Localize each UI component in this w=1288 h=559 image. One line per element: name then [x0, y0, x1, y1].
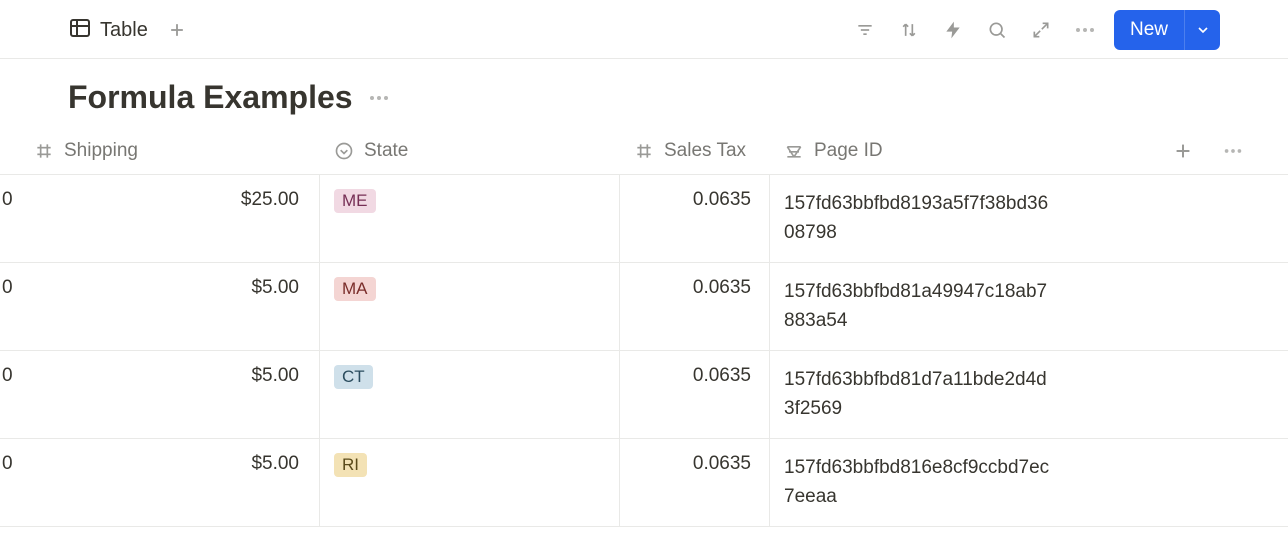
search-icon[interactable]	[982, 15, 1012, 45]
col-header-pageid[interactable]: Page ID	[770, 128, 1070, 174]
automations-icon[interactable]	[938, 15, 968, 45]
col-header-state[interactable]: State	[320, 128, 620, 174]
new-button[interactable]: New	[1114, 10, 1220, 50]
add-column-button[interactable]	[1168, 136, 1198, 166]
cell-empty	[1070, 351, 1288, 438]
filter-icon[interactable]	[850, 15, 880, 45]
sort-icon[interactable]	[894, 15, 924, 45]
view-tab-label: Table	[100, 19, 148, 42]
leading-fragment: 0	[2, 453, 13, 512]
cell-salestax[interactable]: 0.0635	[620, 351, 770, 438]
leading-fragment: 0	[2, 277, 13, 336]
title-more-icon[interactable]	[367, 86, 391, 110]
cell-pageid[interactable]: 157fd63bbfbd81d7a11bde2d4d3f2569	[770, 351, 1070, 438]
state-tag: ME	[334, 189, 376, 213]
cell-pageid[interactable]: 157fd63bbfbd81a49947c18ab7883a54	[770, 263, 1070, 350]
table-row[interactable]: 0 $5.00 MA 0.0635157fd63bbfbd81a49947c18ab7…	[0, 263, 1288, 351]
new-button-main[interactable]: New	[1114, 10, 1184, 50]
more-icon[interactable]	[1070, 15, 1100, 45]
cell-shipping[interactable]: 0 $5.00	[0, 351, 320, 438]
col-header-salestax[interactable]: Sales Tax	[620, 128, 770, 174]
new-button-dropdown[interactable]	[1184, 10, 1220, 50]
shipping-value: $5.00	[251, 365, 299, 424]
add-view-button[interactable]	[162, 15, 192, 45]
column-more-icon[interactable]	[1218, 136, 1248, 166]
cell-salestax[interactable]: 0.0635	[620, 263, 770, 350]
table-icon	[68, 16, 92, 45]
cell-salestax[interactable]: 0.0635	[620, 439, 770, 526]
cell-pageid[interactable]: 157fd63bbfbd816e8cf9ccbd7ec7eeaa	[770, 439, 1070, 526]
cell-shipping[interactable]: 0 $5.00	[0, 263, 320, 350]
cell-state[interactable]: CT	[320, 351, 620, 438]
table-row[interactable]: 0 $25.00 ME 0.0635157fd63bbfbd8193a5f7f38bd…	[0, 175, 1288, 263]
cell-empty	[1070, 263, 1288, 350]
table-row[interactable]: 0 $5.00 RI 0.0635157fd63bbfbd816e8cf9ccbd7e…	[0, 439, 1288, 527]
cell-shipping[interactable]: 0 $25.00	[0, 175, 320, 262]
shipping-value: $25.00	[241, 189, 299, 248]
state-tag: CT	[334, 365, 373, 389]
shipping-value: $5.00	[251, 453, 299, 512]
col-label: Page ID	[814, 140, 883, 162]
cell-state[interactable]: MA	[320, 263, 620, 350]
cell-shipping[interactable]: 0 $5.00	[0, 439, 320, 526]
shipping-value: $5.00	[251, 277, 299, 336]
cell-empty	[1070, 439, 1288, 526]
expand-icon[interactable]	[1026, 15, 1056, 45]
col-header-shipping[interactable]: Shipping	[0, 128, 320, 174]
state-tag: RI	[334, 453, 367, 477]
col-label: Sales Tax	[664, 140, 746, 162]
state-tag: MA	[334, 277, 376, 301]
cell-empty	[1070, 175, 1288, 262]
col-label: State	[364, 140, 408, 162]
table-header: Shipping State Sales Tax Page ID	[0, 128, 1288, 175]
col-label: Shipping	[64, 140, 138, 162]
table-row[interactable]: 0 $5.00 CT 0.0635157fd63bbfbd81d7a11bde2d4d…	[0, 351, 1288, 439]
leading-fragment: 0	[2, 365, 13, 424]
cell-salestax[interactable]: 0.0635	[620, 175, 770, 262]
cell-pageid[interactable]: 157fd63bbfbd8193a5f7f38bd3608798	[770, 175, 1070, 262]
leading-fragment: 0	[2, 189, 13, 248]
page-title[interactable]: Formula Examples	[68, 79, 353, 116]
new-button-label: New	[1130, 19, 1168, 41]
cell-state[interactable]: RI	[320, 439, 620, 526]
view-tab-table[interactable]: Table	[68, 16, 148, 45]
cell-state[interactable]: ME	[320, 175, 620, 262]
